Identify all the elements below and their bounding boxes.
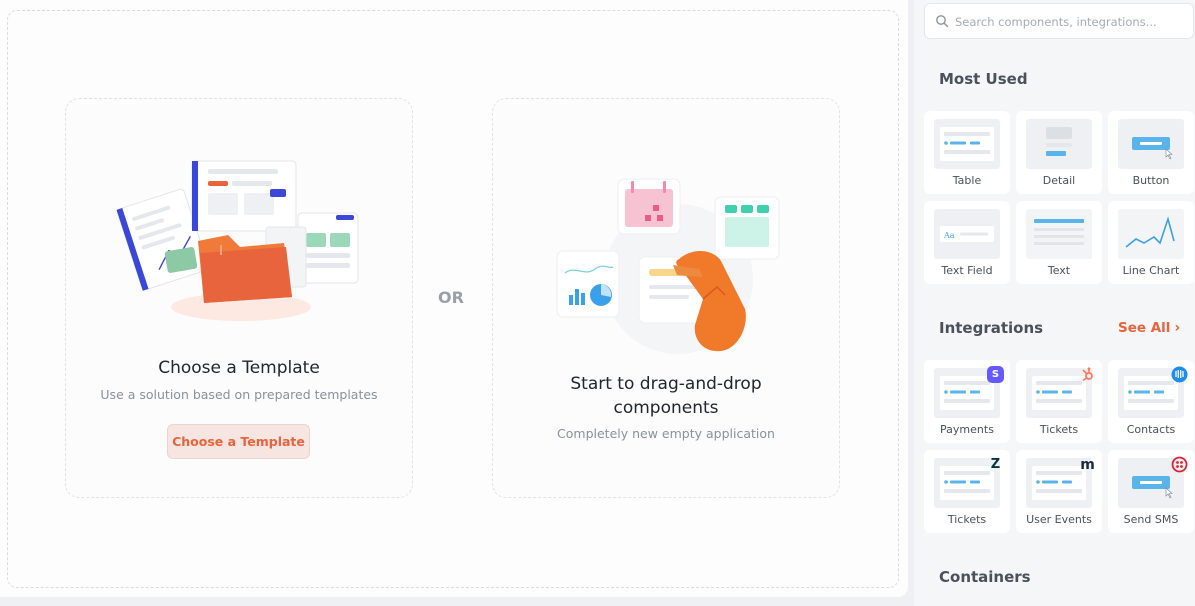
drag-and-drop-illustration-icon: [556, 178, 780, 354]
integration-tile-tickets-zendesk[interactable]: Z Tickets: [924, 450, 1010, 533]
integration-tile-tickets-hubspot[interactable]: Tickets: [1016, 360, 1102, 443]
tile-label: Send SMS: [1123, 513, 1179, 526]
integration-tile-payments[interactable]: S Payments: [924, 360, 1010, 443]
twilio-icon: [1171, 456, 1188, 473]
text-field-icon: Aa: [934, 209, 1000, 259]
chevron-right-icon: ›: [1174, 320, 1181, 336]
components-sidebar: Most Used Table Detail Button Aa: [914, 0, 1195, 606]
integration-tile-contacts[interactable]: Contacts: [1108, 360, 1194, 443]
component-tile-line-chart[interactable]: Line Chart: [1108, 201, 1194, 284]
tile-label: Button: [1132, 174, 1170, 187]
mixpanel-icon: m: [1080, 456, 1095, 473]
intercom-icon: [1171, 366, 1188, 383]
containers-heading: Containers: [939, 568, 1031, 586]
tile-label: Tickets: [1039, 423, 1079, 436]
component-tile-text-field[interactable]: Aa Text Field: [924, 201, 1010, 284]
text-field-aa: Aa: [943, 231, 955, 240]
integrations-heading: Integrations: [939, 319, 1044, 337]
component-tile-button[interactable]: Button: [1108, 111, 1194, 194]
choose-template-card[interactable]: Choose a Template Use a solution based o…: [65, 98, 413, 498]
see-all-label: See All: [1118, 320, 1171, 336]
hubspot-icon: [1082, 367, 1093, 382]
detail-icon: [1026, 119, 1092, 169]
or-separator: OR: [438, 288, 464, 307]
component-tile-detail[interactable]: Detail: [1016, 111, 1102, 194]
tile-label: Table: [952, 174, 982, 187]
template-card-subtitle: Use a solution based on prepared templat…: [100, 387, 378, 402]
table-icon: [934, 119, 1000, 169]
tile-label: Detail: [1042, 174, 1076, 187]
tile-label: Text Field: [941, 264, 993, 277]
choose-template-button[interactable]: Choose a Template: [167, 424, 310, 459]
text-icon: [1026, 209, 1092, 259]
integration-tile-send-sms[interactable]: Send SMS: [1108, 450, 1194, 533]
template-illustration-icon: [116, 160, 359, 321]
component-tile-text[interactable]: Text: [1016, 201, 1102, 284]
drag-and-drop-card[interactable]: Start to drag-and-drop components Comple…: [492, 98, 840, 498]
tile-label: Text: [1047, 264, 1071, 277]
tile-label: User Events: [1026, 513, 1092, 526]
zendesk-icon: Z: [990, 457, 1001, 472]
component-tile-table[interactable]: Table: [924, 111, 1010, 194]
app-canvas[interactable]: Choose a Template Use a solution based o…: [0, 0, 908, 597]
component-search[interactable]: [924, 3, 1194, 39]
template-card-title: Choose a Template: [158, 358, 320, 378]
button-icon: [1118, 119, 1184, 169]
integration-tile-user-events[interactable]: m User Events: [1016, 450, 1102, 533]
search-input[interactable]: [955, 12, 1187, 32]
tile-label: Contacts: [1126, 423, 1176, 436]
line-chart-icon: [1118, 209, 1184, 259]
most-used-heading: Most Used: [939, 70, 1028, 88]
dnd-card-title: Start to drag-and-drop components: [570, 374, 762, 418]
tile-label: Line Chart: [1122, 264, 1180, 277]
dnd-card-subtitle: Completely new empty application: [557, 426, 775, 441]
tile-label: Payments: [940, 423, 994, 436]
tile-label: Tickets: [947, 513, 987, 526]
search-icon: [936, 15, 949, 28]
see-all-integrations-link[interactable]: See All ›: [1118, 320, 1180, 336]
stripe-icon: S: [987, 366, 1004, 383]
